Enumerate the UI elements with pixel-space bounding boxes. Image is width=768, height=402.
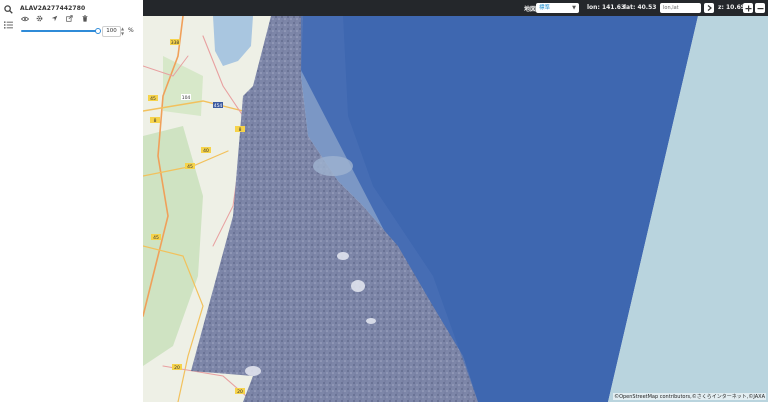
svg-text:45: 45 [150, 96, 156, 102]
locate-icon [51, 15, 58, 22]
sediment-plume [313, 156, 353, 176]
opacity-stepper[interactable]: ▲ ▼ [120, 26, 125, 36]
layer-list-button[interactable] [1, 18, 15, 32]
svg-text:338: 338 [171, 40, 180, 46]
toggle-visibility-button[interactable] [20, 14, 29, 23]
road-label: 338 [170, 39, 180, 46]
svg-text:20: 20 [237, 389, 243, 395]
search-icon [3, 4, 13, 14]
search-button[interactable] [1, 2, 15, 16]
zoom-in-button[interactable] [743, 3, 753, 13]
trash-icon [82, 15, 87, 22]
chevron-right-icon [707, 5, 712, 11]
svg-text:454: 454 [214, 103, 223, 109]
layer-name: ALAV2A277442780 [20, 5, 86, 12]
road-label: 20 [235, 388, 245, 395]
zoom-level-readout: z: 10.69 [718, 4, 745, 11]
road-label: 40 [201, 147, 211, 154]
plus-icon [745, 5, 751, 11]
zoom-out-button[interactable] [755, 3, 765, 13]
export-icon [66, 15, 73, 22]
export-layer-button[interactable] [65, 14, 74, 23]
opacity-slider-handle[interactable] [95, 27, 101, 34]
minus-icon [757, 7, 763, 9]
road-label: 45 [151, 234, 161, 241]
longitude-readout: lon: 141.63 [587, 4, 626, 11]
opacity-input[interactable]: 100 [102, 26, 121, 37]
road-label: 8 [150, 117, 160, 124]
go-to-location-button[interactable] [704, 3, 714, 13]
location-input[interactable]: lon,lat [660, 3, 701, 13]
road-label: 8 [235, 126, 245, 133]
dataset-select-value: 標準 [539, 5, 551, 11]
opacity-slider[interactable] [21, 27, 101, 34]
chevron-down-icon: ▼ [572, 5, 576, 11]
gear-icon [36, 15, 43, 22]
opacity-unit: % [128, 27, 134, 34]
remove-layer-button[interactable] [80, 14, 89, 23]
layer-settings-button[interactable] [35, 14, 44, 23]
left-rail [0, 0, 17, 402]
list-icon [3, 21, 13, 29]
stepper-down-icon[interactable]: ▼ [120, 31, 125, 36]
layer-panel: ALAV2A277442780 100 ▲ ▼ % [16, 0, 144, 402]
road-label: 45 [185, 163, 195, 170]
zoom-to-layer-button[interactable] [50, 14, 59, 23]
svg-text:8: 8 [154, 118, 157, 124]
latitude-readout: lat: 40.53 [624, 4, 657, 11]
svg-text:40: 40 [203, 148, 209, 154]
map-canvas[interactable]: 338 45 104 454 8 8 40 45 45 20 20 ©OpenS… [143, 16, 768, 402]
road-label: 45 [148, 95, 158, 102]
road-label: 104 [181, 94, 191, 101]
top-toolbar: 地図 標準 ▼ lon: 141.63 lat: 40.53 lon,lat z… [143, 0, 768, 16]
layer-tools [20, 14, 89, 23]
svg-text:8: 8 [239, 127, 242, 133]
road-label: 20 [172, 364, 182, 371]
svg-text:45: 45 [187, 164, 193, 170]
road-label: 454 [213, 102, 223, 109]
svg-text:104: 104 [182, 95, 191, 101]
map-attribution: ©OpenStreetMap contributors,©さくらインターネット,… [613, 393, 766, 400]
svg-text:45: 45 [153, 235, 159, 241]
svg-text:20: 20 [174, 365, 180, 371]
dataset-label: 地図 [524, 6, 537, 13]
dataset-select[interactable]: 標準 ▼ [536, 3, 579, 13]
map-graphics: 338 45 104 454 8 8 40 45 45 20 20 [143, 16, 768, 402]
eye-icon [20, 16, 29, 21]
